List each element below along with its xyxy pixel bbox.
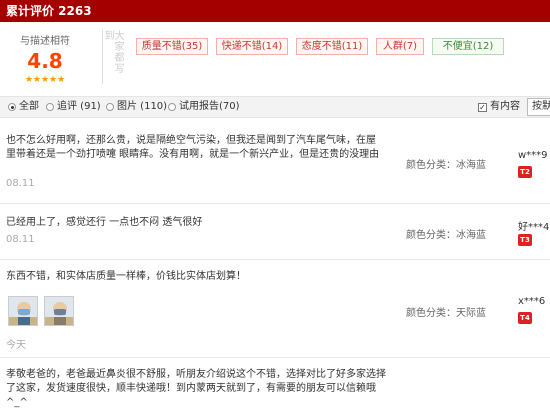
review-photo-thumbnail[interactable] (8, 296, 38, 326)
review-content: 东西不错，和实体店质量一样棒，价钱比实体店划算！ (6, 271, 246, 282)
user-level-badge: T4 (518, 312, 532, 324)
reviewer-name[interactable]: 好***4 (518, 218, 549, 233)
radio-icon[interactable] (46, 103, 54, 111)
radio-icon[interactable] (106, 103, 114, 111)
review-sku: 颜色分类：冰海蓝 (406, 160, 486, 171)
filter-all-label: 全部 (19, 101, 39, 112)
review-sku: 颜色分类：天际蓝 (406, 308, 486, 319)
sort-button[interactable]: 按默 (527, 98, 550, 116)
tag-delivery[interactable]: 快递不错(14) (216, 38, 288, 55)
review-count-header: 累计评价 2263 (0, 0, 550, 22)
photo-icon (9, 297, 37, 325)
filter-followup-label: 追评 (91) (57, 101, 101, 112)
review-item: 东西不错，和实体店质量一样棒，价钱比实体店划算！ 今天 颜色分类：天际蓝 x**… (0, 260, 550, 358)
reviewer-name[interactable]: w***9 (518, 150, 548, 161)
user-level-badge: T3 (518, 234, 532, 246)
review-item: 也不怎么好用啊，还那么贵，说是隔绝空气污染，但我还是闻到了汽车尾气味，在屋里带着… (0, 124, 550, 204)
filter-all[interactable]: 全部 (8, 97, 39, 117)
everyone-mentions-label: 大家都写到 (102, 30, 123, 84)
filter-followup[interactable]: 追评 (91) (46, 97, 101, 117)
review-sku: 颜色分类：冰海蓝 (406, 230, 486, 241)
checkmark-icon[interactable]: ✓ (478, 102, 487, 112)
radio-icon[interactable] (168, 103, 176, 111)
filter-trial-label: 试用报告(70) (179, 101, 240, 112)
review-filter-bar: 全部 追评 (91) 图片 (110) 试用报告(70) ✓ 有内容 按默 (0, 96, 550, 118)
review-content: 孝敬老爸的，老爸最近鼻炎很不舒服，听朋友介绍说这个不错，选择对比了好多家选择了这… (6, 369, 386, 408)
has-content-checkbox[interactable]: ✓ 有内容 (478, 97, 520, 117)
review-item: 孝敬老爸的，老爸最近鼻炎很不舒服，听朋友介绍说这个不错，选择对比了好多家选择了这… (0, 358, 550, 415)
review-date: 今天 (6, 340, 26, 351)
review-item: 已经用上了，感觉还行 一点也不闷 透气很好 08.11 颜色分类：冰海蓝 好**… (0, 204, 550, 260)
review-summary: 与描述相符 4.8 ★★★★★ 大家都写到 质量不错(35) 快递不错(14) … (0, 22, 550, 92)
has-content-label: 有内容 (490, 101, 520, 112)
user-level-badge: T2 (518, 166, 532, 178)
review-photo-thumbnail[interactable] (44, 296, 74, 326)
review-count-title: 累计评价 2263 (6, 4, 92, 18)
review-date: 08.11 (6, 178, 35, 189)
tag-attitude[interactable]: 态度不错(11) (296, 38, 368, 55)
tag-quality[interactable]: 质量不错(35) (136, 38, 208, 55)
rating-score-box: 与描述相符 4.8 ★★★★★ (10, 32, 80, 85)
filter-images[interactable]: 图片 (110) (106, 97, 167, 117)
score-label: 与描述相符 (20, 36, 70, 47)
filter-trial-report[interactable]: 试用报告(70) (168, 97, 240, 117)
review-content: 也不怎么好用啊，还那么贵，说是隔绝空气污染，但我还是闻到了汽车尾气味，在屋里带着… (6, 135, 380, 160)
tag-not-cheap[interactable]: 不便宜(12) (432, 38, 504, 55)
reviewer-name[interactable]: x***6 (518, 296, 545, 307)
review-content: 已经用上了，感觉还行 一点也不闷 透气很好 (6, 217, 203, 228)
photo-icon (45, 297, 73, 325)
star-rating-icon: ★★★★★ (24, 75, 66, 85)
tag-crowd[interactable]: 人群(7) (376, 38, 424, 55)
score-value: 4.8 (27, 49, 63, 73)
filter-images-label: 图片 (110) (117, 101, 168, 112)
review-date: 08.11 (6, 234, 35, 245)
radio-selected-icon[interactable] (8, 103, 16, 111)
